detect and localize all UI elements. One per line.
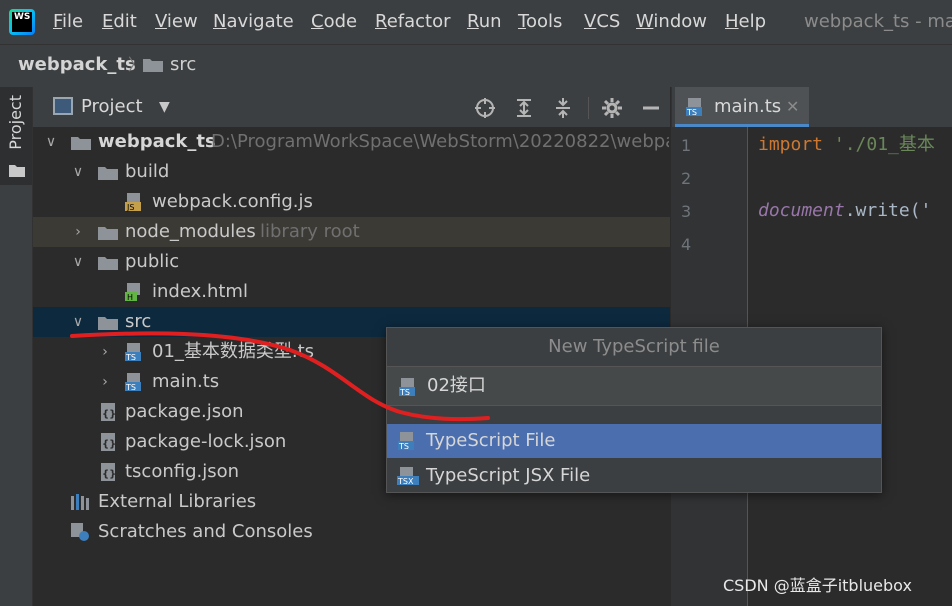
tree-item-index-html[interactable]: index.html (152, 277, 248, 307)
tab-main-ts-label[interactable]: main.ts (714, 95, 781, 119)
keyword-import: import (758, 134, 824, 155)
folder-icon (98, 257, 118, 270)
svg-text:TSX: TSX (397, 477, 414, 486)
svg-text:H: H (127, 293, 133, 302)
line-number: 2 (681, 169, 692, 188)
tree-item-scratches[interactable]: Scratches and Consoles (98, 517, 313, 547)
tree-root-path: D:\ProgramWorkSpace\WebStorm\20220822\we… (211, 131, 669, 152)
tree-item-external-libraries[interactable]: External Libraries (98, 487, 256, 517)
svg-text:JS: JS (126, 203, 134, 212)
tsx-file-icon: TSX (397, 467, 419, 486)
svg-text:TS: TS (398, 442, 409, 451)
header-divider (588, 97, 589, 119)
javascript-file-icon: JS (125, 193, 141, 212)
code-line-3: document.write(' (758, 199, 931, 223)
hide-panel-icon[interactable] (639, 96, 663, 120)
folder-icon (143, 59, 163, 72)
line-number: 1 (681, 136, 692, 155)
red-annotation-stroke (70, 331, 490, 422)
window-title: webpack_ts - mai (804, 11, 952, 32)
menu-code[interactable]: Code (311, 10, 357, 34)
breadcrumb-src[interactable]: src (170, 53, 196, 77)
chevron-right-icon[interactable]: › (70, 217, 86, 247)
gear-icon[interactable] (600, 96, 624, 120)
menu-help[interactable]: Help (725, 10, 766, 34)
folder-icon (98, 167, 118, 180)
tree-root-name[interactable]: webpack_ts (98, 127, 216, 157)
library-icon (71, 494, 89, 510)
typescript-file-icon: TS (398, 432, 414, 451)
menu-tools[interactable]: Tools (518, 10, 562, 34)
project-view-icon (53, 97, 73, 115)
breadcrumb-project[interactable]: webpack_ts (18, 53, 136, 77)
menu-edit[interactable]: Edit (102, 10, 137, 34)
locate-file-icon[interactable] (473, 96, 497, 120)
typescript-file-icon: TS (686, 98, 702, 117)
svg-text:TS: TS (686, 108, 697, 117)
close-icon[interactable]: ✕ (786, 95, 799, 119)
chevron-down-icon[interactable]: ∨ (43, 127, 59, 157)
folder-icon (71, 137, 91, 150)
menu-file[interactable]: File (53, 10, 83, 34)
project-folder-icon[interactable] (9, 163, 25, 177)
scratches-icon (71, 523, 89, 541)
tree-item-tsconfig[interactable]: tsconfig.json (125, 457, 239, 487)
string-literal: './01_基本 (833, 134, 935, 155)
menu-view[interactable]: View (155, 10, 198, 34)
chevron-down-icon[interactable]: ∨ (70, 157, 86, 187)
svg-text:{}: {} (102, 469, 116, 480)
menu-run[interactable]: Run (467, 10, 502, 34)
expand-all-icon[interactable] (512, 96, 536, 120)
line-number: 3 (681, 202, 692, 221)
tree-item-node-modules[interactable]: node_modules (125, 217, 256, 247)
chevron-down-icon[interactable]: ∨ (70, 247, 86, 277)
menu-window[interactable]: Window (636, 10, 707, 34)
panel-title[interactable]: Project (81, 95, 143, 119)
menu-vcs[interactable]: VCS (584, 10, 620, 34)
tree-item-webpack-config[interactable]: webpack.config.js (152, 187, 313, 217)
webstorm-logo-icon: WS (9, 9, 35, 35)
menu-navigate[interactable]: Navigate (213, 10, 294, 34)
html-file-icon: H (125, 283, 140, 302)
code-method-call: .write(' (844, 200, 932, 221)
folder-icon (98, 227, 118, 240)
tree-item-build[interactable]: build (125, 157, 169, 187)
identifier-document: document (758, 200, 845, 221)
collapse-all-icon[interactable] (551, 96, 575, 120)
code-line-1: import './01_基本 (758, 133, 935, 157)
tree-item-public[interactable]: public (125, 247, 179, 277)
option-typescript-jsx-file-label[interactable]: TypeScript JSX File (426, 459, 590, 493)
watermark: CSDN @蓝盒子itbluebox (723, 576, 912, 595)
tool-window-project-label[interactable]: Project (6, 95, 26, 150)
chevron-down-icon[interactable]: ▼ (159, 95, 170, 119)
json-file-icon: {} (101, 463, 116, 481)
svg-text:{}: {} (102, 439, 116, 450)
line-number: 4 (681, 235, 692, 254)
library-root-hint: library root (260, 221, 360, 242)
json-file-icon: {} (101, 433, 116, 451)
menu-refactor[interactable]: Refactor (375, 10, 451, 34)
tree-item-package-lock[interactable]: package-lock.json (125, 427, 286, 457)
